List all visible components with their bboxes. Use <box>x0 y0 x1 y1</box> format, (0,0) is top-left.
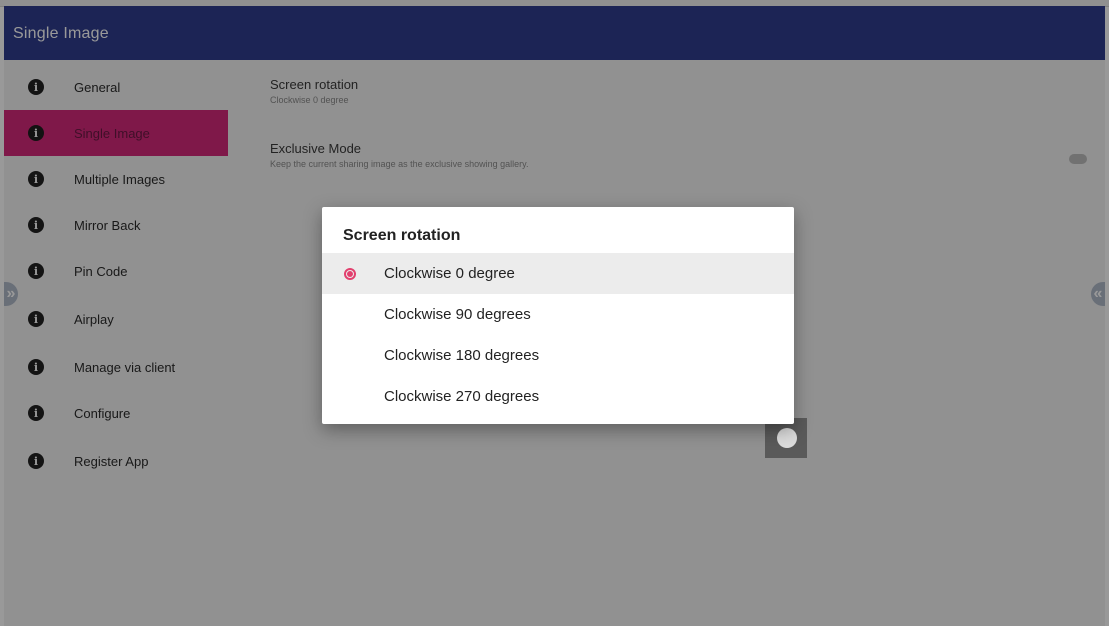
option-label: Clockwise 270 degrees <box>384 388 540 405</box>
option-clockwise-90[interactable]: Clockwise 90 degrees <box>322 294 794 335</box>
dialog-title: Screen rotation <box>343 227 461 244</box>
option-label: Clockwise 0 degree <box>384 265 515 282</box>
screen-rotation-dialog: Screen rotation Clockwise 0 degree Clock… <box>322 207 794 424</box>
option-clockwise-270[interactable]: Clockwise 270 degrees <box>322 376 794 417</box>
option-clockwise-0[interactable]: Clockwise 0 degree <box>322 253 794 294</box>
radio-selected-icon[interactable] <box>344 267 356 280</box>
option-clockwise-180[interactable]: Clockwise 180 degrees <box>322 335 794 376</box>
option-label: Clockwise 90 degrees <box>384 306 531 323</box>
toggle-thumb-icon <box>777 428 797 448</box>
option-label: Clockwise 180 degrees <box>384 347 540 364</box>
floating-toggle-knob[interactable] <box>765 418 807 458</box>
